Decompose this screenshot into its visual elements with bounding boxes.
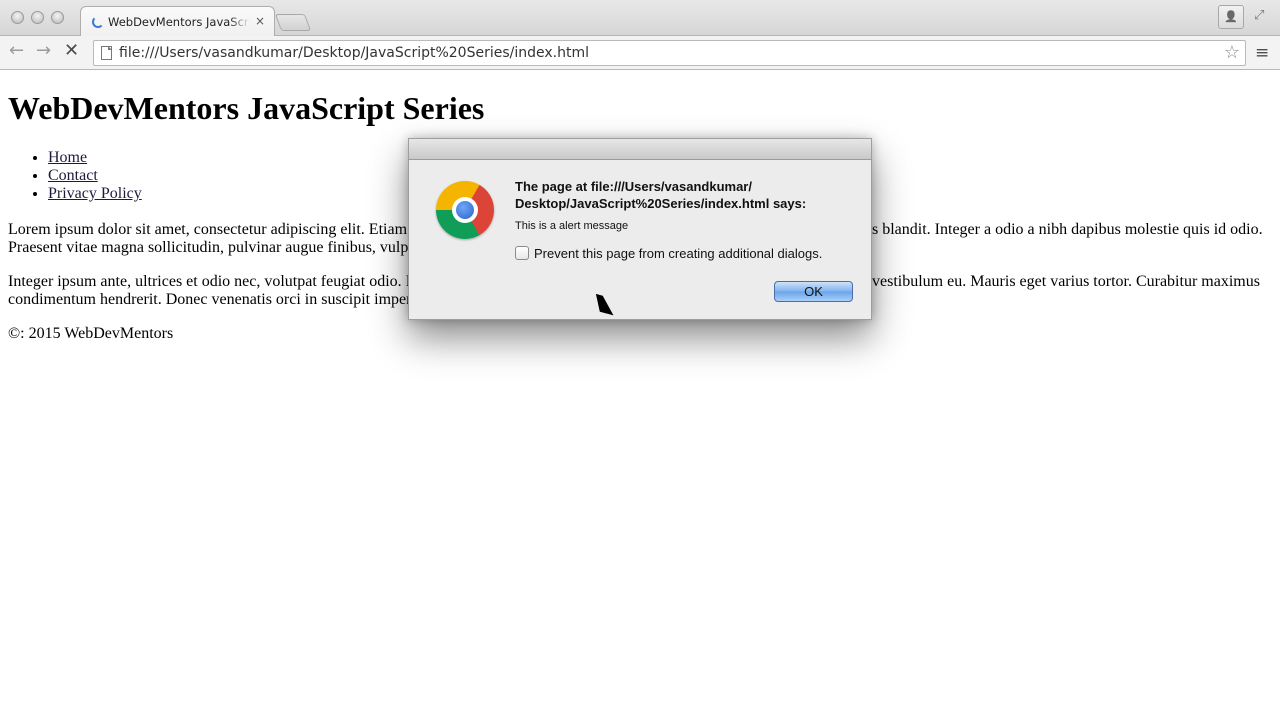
back-button-icon[interactable]: ← xyxy=(9,40,24,61)
stop-loading-icon[interactable]: ✕ xyxy=(64,40,79,61)
browser-toolbar: ← → ✕ file:///Users/vasandkumar/Desktop/… xyxy=(0,36,1280,70)
paragraph-1-line-1-left: Lorem ipsum dolor sit amet, consectetur … xyxy=(8,221,408,238)
browser-tab[interactable]: WebDevMentors JavaScript Series × xyxy=(80,6,275,37)
fullscreen-icon[interactable]: ⤢ xyxy=(1254,8,1264,23)
new-tab-button[interactable] xyxy=(274,14,312,31)
tab-title: WebDevMentors JavaScript Series xyxy=(108,15,250,29)
nav-link-contact[interactable]: Contact xyxy=(48,167,98,184)
browser-menu-icon[interactable]: ≡ xyxy=(1255,43,1269,63)
address-url[interactable]: file:///Users/vasandkumar/Desktop/JavaSc… xyxy=(119,45,589,61)
tab-close-icon[interactable]: × xyxy=(255,14,265,28)
page-file-icon xyxy=(101,46,112,60)
zoom-window-icon[interactable] xyxy=(51,11,64,24)
prevent-dialogs-label[interactable]: Prevent this page from creating addition… xyxy=(534,246,822,261)
nav-item-contact: Contact xyxy=(48,167,142,185)
prevent-dialogs-checkbox[interactable] xyxy=(515,246,529,260)
nav-item-privacy: Privacy Policy xyxy=(48,185,142,203)
close-window-icon[interactable] xyxy=(11,11,24,24)
nav-link-privacy-policy[interactable]: Privacy Policy xyxy=(48,185,142,202)
paragraph-2-line-1-right: vestibulum eu. Mauris eget varius tortor… xyxy=(872,273,1260,290)
dialog-heading-line-2: Desktop/JavaScript%20Series/index.html s… xyxy=(515,196,807,211)
bookmark-star-icon[interactable]: ☆ xyxy=(1224,42,1240,63)
person-icon: 👤 xyxy=(1224,10,1238,23)
page-title: WebDevMentors JavaScript Series xyxy=(8,90,485,126)
page-nav: Home Contact Privacy Policy xyxy=(48,149,142,203)
paragraph-2-line-1-left: Integer ipsum ante, ultrices et odio nec… xyxy=(8,273,411,290)
dialog-titlebar[interactable] xyxy=(409,139,871,160)
chrome-logo-icon xyxy=(436,181,494,239)
address-bar[interactable]: file:///Users/vasandkumar/Desktop/JavaSc… xyxy=(93,40,1246,66)
forward-button-icon[interactable]: → xyxy=(36,40,51,61)
profile-button[interactable]: 👤 xyxy=(1218,5,1244,29)
dialog-heading-line-1: The page at file:///Users/vasandkumar/ xyxy=(515,179,752,194)
loading-spinner-icon xyxy=(92,16,104,28)
ok-button[interactable]: OK xyxy=(774,281,853,302)
page-footer: ©: 2015 WebDevMentors xyxy=(8,325,174,342)
paragraph-1-line-1-right: s blandit. Integer a odio a nibh dapibus… xyxy=(872,221,1263,238)
nav-link-home[interactable]: Home xyxy=(48,149,87,166)
paragraph-2-line-2: condimentum hendrerit. Donec venenatis o… xyxy=(8,291,412,308)
minimize-window-icon[interactable] xyxy=(31,11,44,24)
dialog-heading: The page at file:///Users/vasandkumar/ D… xyxy=(515,178,855,212)
browser-titlebar: WebDevMentors JavaScript Series × 👤 ⤢ xyxy=(0,0,1280,37)
paragraph-1-line-2: Praesent vitae magna sollicitudin, pulvi… xyxy=(8,239,409,256)
dialog-message: This is a alert message xyxy=(515,220,629,232)
nav-item-home: Home xyxy=(48,149,142,167)
alert-dialog: The page at file:///Users/vasandkumar/ D… xyxy=(408,138,872,320)
